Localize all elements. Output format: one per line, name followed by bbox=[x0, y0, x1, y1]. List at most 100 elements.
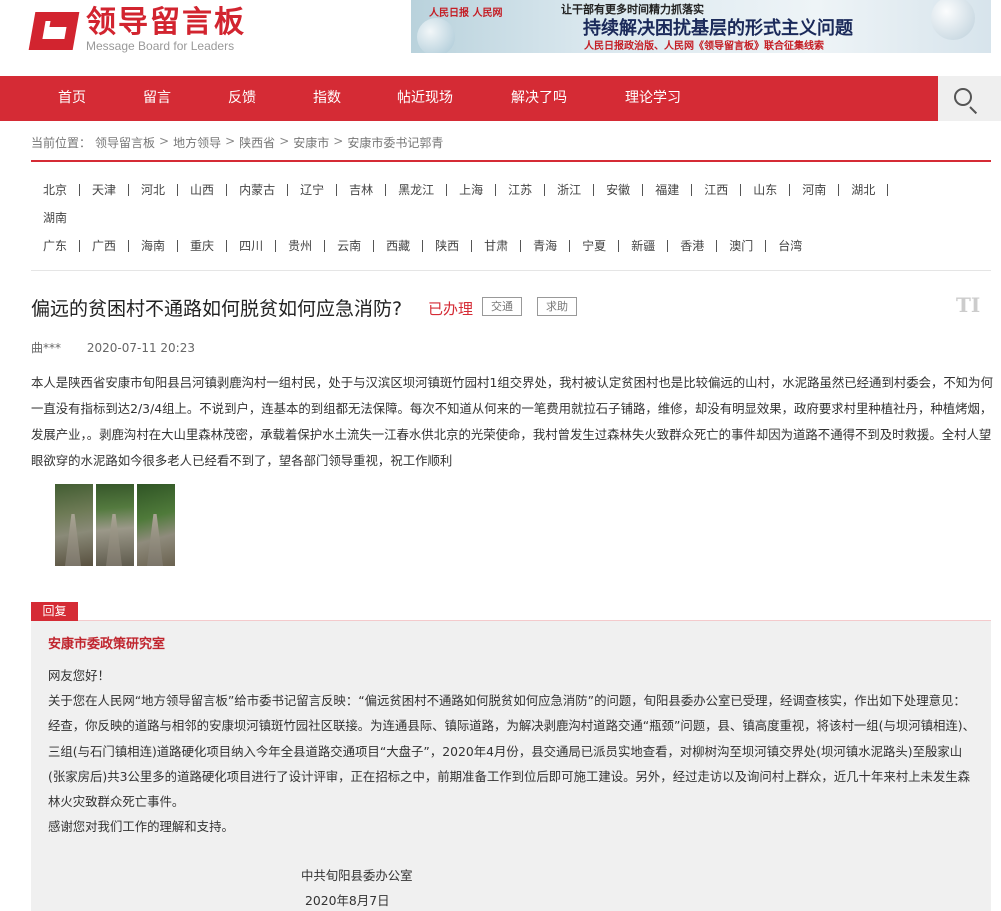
province-link[interactable]: 辽宁 bbox=[300, 181, 324, 198]
banner-line-3: 人民日报政治版、人民网《领导留言板》联合征集线索 bbox=[584, 41, 824, 52]
province-link[interactable]: 内蒙古 bbox=[239, 181, 275, 198]
breadcrumb-item[interactable]: 陕西省 bbox=[239, 134, 275, 151]
province-link[interactable]: 云南 bbox=[337, 237, 361, 254]
breadcrumb-label: 当前位置： bbox=[31, 136, 92, 150]
nav-item-home[interactable]: 首页 bbox=[58, 76, 86, 121]
reply-body: 网友您好！ 关于您在人民网“地方领导留言板”给市委书记留言反映：“偏远贫困村不通… bbox=[48, 663, 978, 839]
reply-tag: 回复 bbox=[31, 602, 78, 621]
reply-org: 安康市委政策研究室 bbox=[48, 637, 166, 652]
logo-mark-icon bbox=[28, 8, 80, 52]
banner-logos: 人民日报 人民网 bbox=[429, 8, 503, 19]
province-link[interactable]: 澳门 bbox=[729, 237, 753, 254]
separator bbox=[79, 183, 81, 196]
nav-item-message[interactable]: 留言 bbox=[143, 76, 171, 121]
province-link[interactable]: 四川 bbox=[239, 237, 263, 254]
province-link[interactable]: 重庆 bbox=[190, 237, 214, 254]
breadcrumb-item[interactable]: 领导留言板 bbox=[95, 134, 155, 151]
province-link[interactable]: 河北 bbox=[141, 181, 165, 198]
province-link[interactable]: 陕西 bbox=[435, 237, 459, 254]
province-link[interactable]: 江苏 bbox=[508, 181, 532, 198]
province-link[interactable]: 河南 bbox=[802, 181, 826, 198]
province-link[interactable]: 贵州 bbox=[288, 237, 312, 254]
breadcrumb-item[interactable]: 安康市 bbox=[293, 134, 329, 151]
tag-help[interactable]: 求助 bbox=[537, 297, 577, 316]
province-link[interactable]: 福建 bbox=[655, 181, 679, 198]
separator bbox=[275, 239, 277, 252]
province-link[interactable]: 山西 bbox=[190, 181, 214, 198]
separator bbox=[667, 239, 669, 252]
separator bbox=[446, 183, 448, 196]
nav-item-index[interactable]: 指数 bbox=[313, 76, 341, 121]
province-link[interactable]: 江西 bbox=[704, 181, 728, 198]
top-banner[interactable]: 人民日报 人民网 让干部有更多时间精力抓落实 持续解决困扰基层的形式主义问题 人… bbox=[411, 0, 991, 53]
province-link[interactable]: 广东 bbox=[43, 237, 67, 254]
province-link[interactable]: 北京 bbox=[43, 181, 67, 198]
photo-thumbnail[interactable] bbox=[96, 484, 134, 566]
post-title: 偏远的贫困村不通路如何脱贫如何应急消防? bbox=[31, 298, 403, 320]
separator bbox=[691, 183, 693, 196]
font-size-icon[interactable]: TI bbox=[956, 293, 980, 317]
separator bbox=[520, 239, 522, 252]
separator bbox=[324, 239, 326, 252]
separator bbox=[177, 183, 179, 196]
logo-title: 领导留言板 bbox=[86, 5, 246, 40]
status-badge: 已办理 bbox=[428, 300, 474, 318]
separator bbox=[471, 239, 473, 252]
tag-traffic[interactable]: 交通 bbox=[482, 297, 522, 316]
photo-gallery bbox=[55, 484, 175, 566]
post-date: 2020-07-11 20:23 bbox=[86, 341, 195, 355]
reply-sign-date: 2020年8月7日 bbox=[305, 893, 390, 908]
separator bbox=[336, 183, 338, 196]
province-link[interactable]: 宁夏 bbox=[582, 237, 606, 254]
breadcrumb-item[interactable]: 地方领导 bbox=[173, 134, 221, 151]
province-link[interactable]: 上海 bbox=[459, 181, 483, 198]
site-logo[interactable]: 领导留言板 Message Board for Leaders bbox=[28, 5, 246, 53]
separator bbox=[618, 239, 620, 252]
nav-item-theory[interactable]: 理论学习 bbox=[625, 76, 681, 121]
nav-item-solved[interactable]: 解决了吗 bbox=[511, 76, 567, 121]
separator bbox=[544, 183, 546, 196]
search-icon bbox=[954, 88, 972, 106]
breadcrumb-divider bbox=[31, 160, 991, 162]
province-link[interactable]: 海南 bbox=[141, 237, 165, 254]
province-list-row-2: 湖南 bbox=[43, 209, 67, 226]
province-link[interactable]: 山东 bbox=[753, 181, 777, 198]
province-link[interactable]: 吉林 bbox=[349, 181, 373, 198]
province-link[interactable]: 青海 bbox=[533, 237, 557, 254]
breadcrumb-item[interactable]: 安康市委书记郭青 bbox=[347, 134, 443, 151]
separator bbox=[740, 183, 742, 196]
separator bbox=[495, 183, 497, 196]
province-link[interactable]: 浙江 bbox=[557, 181, 581, 198]
nav-item-onsite[interactable]: 帖近现场 bbox=[397, 76, 453, 121]
nav-item-feedback[interactable]: 反馈 bbox=[228, 76, 256, 121]
reply-paragraph: 关于您在人民网“地方领导留言板”给市委书记留言反映：“偏远贫困村不通路如何脱贫如… bbox=[48, 693, 966, 709]
province-link[interactable]: 广西 bbox=[92, 237, 116, 254]
divider bbox=[31, 270, 991, 271]
province-link[interactable]: 湖北 bbox=[851, 181, 875, 198]
province-link[interactable]: 黑龙江 bbox=[398, 181, 434, 198]
province-list-row-1: 北京 天津 河北 山西 内蒙古 辽宁 吉林 黑龙江 上海 江苏 浙江 安徽 福建 江西 山东 河南 湖北 bbox=[43, 181, 900, 198]
province-link[interactable]: 天津 bbox=[92, 181, 116, 198]
separator bbox=[422, 239, 424, 252]
separator bbox=[373, 239, 375, 252]
separator bbox=[177, 239, 179, 252]
separator bbox=[287, 183, 289, 196]
photo-thumbnail[interactable] bbox=[55, 484, 93, 566]
province-link[interactable]: 西藏 bbox=[386, 237, 410, 254]
separator bbox=[642, 183, 644, 196]
separator bbox=[226, 183, 228, 196]
province-link[interactable]: 香港 bbox=[680, 237, 704, 254]
province-list-row-3: 广东 广西 海南 重庆 四川 贵州 云南 西藏 陕西 甘肃 青海 宁夏 新疆 香港 澳门 台湾 bbox=[43, 237, 802, 254]
separator bbox=[887, 183, 889, 196]
province-link[interactable]: 甘肃 bbox=[484, 237, 508, 254]
province-link[interactable]: 台湾 bbox=[778, 237, 802, 254]
separator bbox=[838, 183, 840, 196]
post-meta: 曲*** 2020-07-11 20:23 bbox=[31, 339, 195, 356]
reply-paragraph: 经查，你反映的道路与相邻的安康坝河镇斑竹园社区联接。为连通县际、镇际道路，为解决… bbox=[48, 718, 976, 810]
province-link[interactable]: 新疆 bbox=[631, 237, 655, 254]
photo-thumbnail[interactable] bbox=[137, 484, 175, 566]
province-link[interactable]: 湖南 bbox=[43, 209, 67, 226]
search-button[interactable] bbox=[938, 76, 1001, 121]
header: 领导留言板 Message Board for Leaders 人民日报 人民网… bbox=[0, 0, 1001, 76]
province-link[interactable]: 安徽 bbox=[606, 181, 630, 198]
